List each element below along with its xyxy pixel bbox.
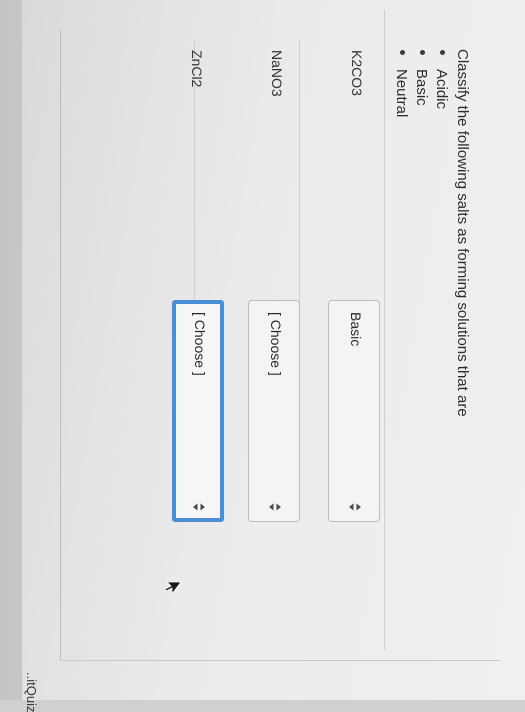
option-label: Basic (413, 69, 430, 106)
select-zncl2[interactable]: [ Choose ] (172, 300, 224, 522)
option-label: Acidic (433, 69, 450, 110)
option-neutral: Neutral (391, 50, 411, 117)
bullet-icon (420, 50, 426, 55)
salt-label-k2co3: K2CO3 (349, 50, 365, 96)
select-nano3[interactable]: [ Choose ] (248, 300, 300, 522)
select-k2co3[interactable]: Basic (328, 300, 380, 522)
salt-label-nano3: NaNO3 (269, 50, 285, 97)
question-content: Classify the following salts as forming … (0, 0, 525, 712)
option-label: Neutral (393, 69, 410, 118)
submit-quiz-partial-text: ..itQuiz (24, 672, 39, 712)
salt-label-zncl2: ZnCl2 (189, 50, 205, 88)
updown-arrows-icon (349, 503, 361, 511)
select-value: [ Choose ] (192, 312, 208, 376)
divider (299, 40, 300, 330)
select-value: [ Choose ] (268, 312, 284, 376)
bullet-icon (440, 50, 446, 55)
answer-options-list: Acidic Basic Neutral (391, 50, 451, 117)
option-basic: Basic (411, 50, 431, 117)
cursor-arrow-icon (164, 581, 182, 596)
bullet-icon (400, 50, 406, 55)
divider (384, 10, 385, 650)
question-prompt: Classify the following salts as forming … (454, 49, 471, 417)
updown-arrows-icon (269, 503, 281, 511)
updown-arrows-icon (193, 503, 205, 511)
select-value: Basic (348, 312, 364, 347)
option-acidic: Acidic (431, 50, 451, 117)
